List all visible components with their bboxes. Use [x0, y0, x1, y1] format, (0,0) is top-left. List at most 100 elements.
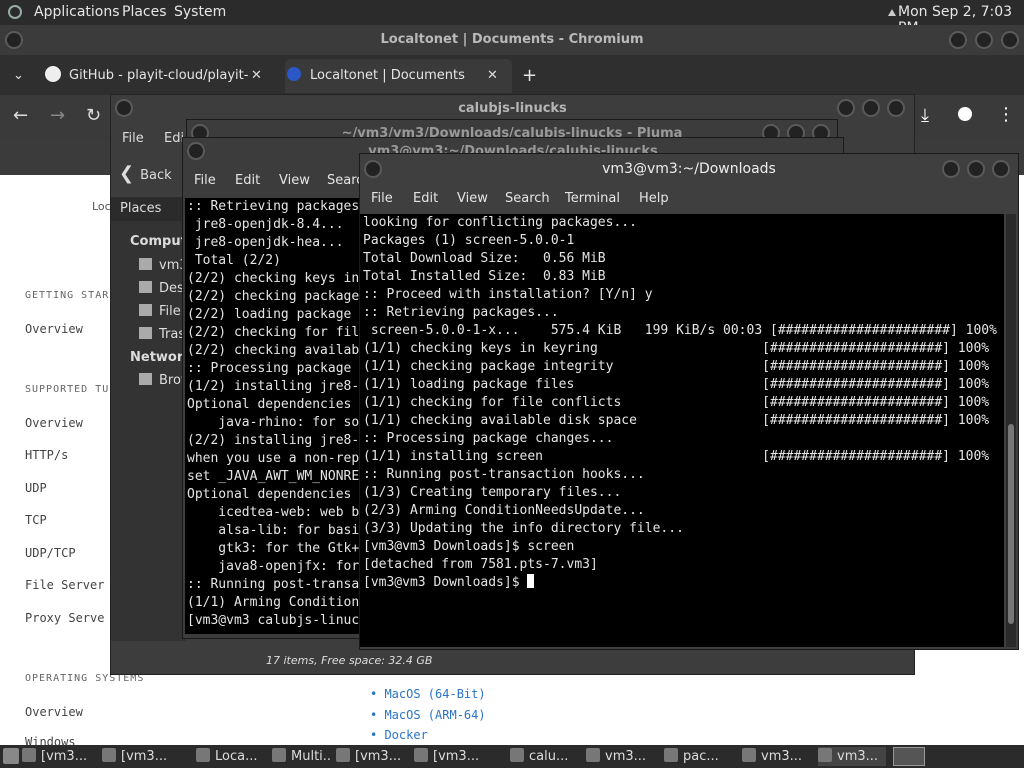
- taskbar-item-label: Multi...: [291, 749, 332, 764]
- menu-edit[interactable]: Edit: [235, 173, 260, 188]
- taskbar-item-label: calu...: [529, 749, 569, 764]
- taskbar-item[interactable]: [vm3...: [414, 747, 486, 766]
- scrollbar-thumb[interactable]: [1008, 424, 1014, 624]
- taskbar-item[interactable]: pac...: [664, 747, 734, 766]
- nav-udp[interactable]: UDP: [25, 481, 47, 495]
- localtonet-icon: [287, 67, 301, 81]
- terminal-line: Total Download Size: 0.56 MiB: [363, 251, 606, 266]
- close-tab-icon[interactable]: ✕: [251, 59, 262, 93]
- menu-logo-icon[interactable]: [8, 5, 22, 19]
- profile-icon[interactable]: [958, 107, 972, 121]
- nav-udp-tcp[interactable]: UDP/TCP: [25, 546, 76, 560]
- nav-http[interactable]: HTTP/s: [25, 448, 68, 462]
- taskbar-item[interactable]: vm3...: [586, 747, 656, 766]
- menu-search[interactable]: Search: [505, 191, 550, 206]
- window-icon: [22, 748, 36, 762]
- nav-overview[interactable]: Overview: [25, 322, 83, 336]
- menu-kebab-icon[interactable]: ⋮: [997, 104, 1015, 125]
- close-button[interactable]: [1001, 31, 1019, 49]
- tray-arrow-icon[interactable]: [888, 9, 896, 16]
- taskbar-item[interactable]: Loca...: [196, 747, 264, 766]
- places-menu[interactable]: Places: [122, 4, 167, 20]
- menu-help[interactable]: Help: [639, 191, 669, 206]
- nav-windows[interactable]: Windows: [25, 735, 76, 745]
- scrollbar[interactable]: [1006, 214, 1016, 647]
- menu-edit[interactable]: Edit: [413, 191, 438, 206]
- taskbar-item[interactable]: vm3...: [818, 747, 886, 766]
- taskbar-item[interactable]: vm3...: [742, 747, 812, 766]
- nav-section-getting-started: GETTING STAR: [25, 290, 110, 301]
- taskbar-item[interactable]: [vm3...: [336, 747, 408, 766]
- close-button[interactable]: [992, 160, 1010, 178]
- maximize-button[interactable]: [975, 31, 993, 49]
- tab-search-icon[interactable]: ⌄: [13, 59, 24, 93]
- minimize-button[interactable]: [942, 160, 960, 178]
- taskbar-item[interactable]: [vm3...: [102, 747, 174, 766]
- terminal-window-downloads: vm3@vm3:~/Downloads File Edit View Searc…: [359, 153, 1019, 650]
- menu-view[interactable]: View: [457, 191, 488, 206]
- window-menu-button[interactable]: [187, 142, 205, 160]
- reload-icon[interactable]: ↻: [86, 105, 101, 126]
- workspace-switcher[interactable]: [893, 747, 925, 766]
- cursor: [527, 574, 535, 588]
- minimize-button[interactable]: [837, 99, 855, 117]
- maximize-button[interactable]: [862, 99, 880, 117]
- menu-terminal[interactable]: Terminal: [565, 191, 620, 206]
- places-select[interactable]: Places: [111, 197, 186, 221]
- os-link[interactable]: • Docker: [370, 728, 428, 742]
- nav-overview[interactable]: Overview: [25, 416, 83, 430]
- show-desktop-icon[interactable]: [3, 748, 19, 764]
- taskbar-item[interactable]: [vm3...: [22, 747, 94, 766]
- os-link[interactable]: • MacOS (64-Bit): [370, 687, 486, 701]
- window-title: Localtonet | Documents - Chromium: [380, 32, 644, 47]
- menu-view[interactable]: View: [279, 173, 310, 188]
- close-tab-icon[interactable]: ✕: [487, 59, 498, 93]
- home-icon: [139, 258, 152, 270]
- terminal-line: Total Installed Size: 0.83 MiB: [363, 269, 606, 284]
- terminal-output[interactable]: looking for conflicting packages... Packa…: [360, 214, 1004, 647]
- taskbar-item[interactable]: calu...: [510, 747, 580, 766]
- nav-proxy-server[interactable]: Proxy Serve: [25, 611, 104, 625]
- window-icon: [664, 748, 678, 762]
- forward-arrow-icon[interactable]: →: [50, 105, 65, 126]
- minimize-button[interactable]: [949, 31, 967, 49]
- back-button[interactable]: ❮ Back: [119, 161, 189, 187]
- nav-overview[interactable]: Overview: [25, 705, 83, 719]
- window-icon: [510, 748, 524, 762]
- nav-tcp[interactable]: TCP: [25, 513, 47, 527]
- window-menu-button[interactable]: [364, 160, 382, 178]
- terminal-line: (1/1) checking keys in keyring [########…: [363, 341, 990, 356]
- applications-menu[interactable]: Applications: [34, 4, 120, 20]
- status-bar: 17 items, Free space: 32.4 GB: [266, 654, 433, 667]
- terminal-line: :: Running post-transaction hooks...: [363, 467, 645, 482]
- tab-github[interactable]: GitHub - playit-cloud/playit- ✕: [45, 59, 270, 93]
- drive-icon: [139, 304, 152, 316]
- terminal-line: [vm3@vm3 Downloads]$: [363, 574, 1004, 592]
- terminal-line: [detached from 7581.pts-7.vm3]: [363, 557, 598, 572]
- nav-section-supported: SUPPORTED TU: [25, 384, 110, 395]
- download-icon[interactable]: ⤓: [921, 105, 929, 126]
- menu-file[interactable]: File: [122, 131, 144, 146]
- system-menu[interactable]: System: [174, 4, 226, 20]
- taskbar-item-label: [vm3...: [121, 749, 168, 764]
- window-menu-button[interactable]: [115, 99, 133, 117]
- new-tab-icon[interactable]: +: [522, 59, 537, 93]
- terminal-line: [vm3@vm3 Downloads]$ screen: [363, 539, 575, 554]
- github-icon: [45, 66, 61, 82]
- terminal-line: (3/3) Updating the info directory file..…: [363, 521, 684, 536]
- terminal-line: looking for conflicting packages...: [363, 215, 637, 230]
- site-logo: Loc: [92, 200, 111, 213]
- nav-file-server[interactable]: File Server: [25, 578, 104, 592]
- close-button[interactable]: [887, 99, 905, 117]
- menu-file[interactable]: File: [194, 173, 216, 188]
- menu-file[interactable]: File: [371, 191, 393, 206]
- maximize-button[interactable]: [967, 160, 985, 178]
- os-link[interactable]: • MacOS (ARM-64): [370, 708, 486, 722]
- sidebar-item-home[interactable]: vm3: [139, 258, 188, 273]
- window-menu-button[interactable]: [5, 31, 23, 49]
- tab-localtonet[interactable]: Localtonet | Documents ✕: [285, 59, 512, 93]
- taskbar-item[interactable]: Multi...: [272, 747, 332, 766]
- taskbar: [vm3... [vm3... Loca... Multi... [vm3... [vm3…: [0, 745, 1024, 768]
- taskbar-item-label: vm3...: [837, 749, 879, 764]
- back-arrow-icon[interactable]: ←: [13, 105, 28, 126]
